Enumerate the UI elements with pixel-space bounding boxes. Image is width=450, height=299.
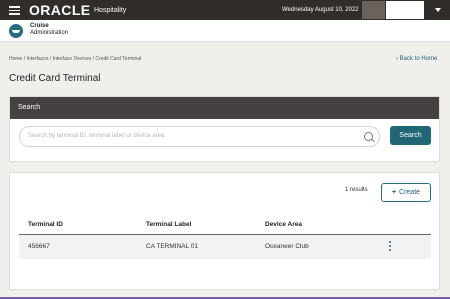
user-avatar[interactable]	[362, 1, 385, 19]
top-bar: ORACLE Hospitality Wednesday August 10, …	[0, 0, 450, 20]
search-panel: Search Search by terminal ID, terminal l…	[9, 96, 440, 162]
search-panel-header: Search	[10, 97, 439, 119]
page-title: Credit Card Terminal	[9, 73, 101, 84]
breadcrumb[interactable]: Home / Interfaces / Interface Devices / …	[9, 56, 141, 62]
results-panel: 1 results + Create Terminal ID Terminal L…	[9, 172, 440, 290]
back-to-home-link[interactable]: ‹ Back to Home	[396, 56, 437, 63]
cruise-app-icon	[9, 24, 23, 38]
oracle-logo: ORACLE	[29, 2, 91, 18]
search-icon[interactable]	[364, 132, 373, 141]
cell-terminal-id: 456667	[28, 243, 50, 250]
search-button[interactable]: Search	[390, 126, 431, 145]
search-input[interactable]: Search by terminal ID, terminal label or…	[19, 126, 380, 147]
create-button-label: Create	[399, 189, 421, 196]
app-bar: Cruise Administration	[0, 20, 450, 42]
user-name-box[interactable]	[386, 1, 424, 19]
back-link-label: Back to Home	[399, 56, 438, 62]
column-header-device-area[interactable]: Device Area	[265, 221, 302, 229]
cell-device-area: Oceaneer Club	[265, 243, 309, 250]
plus-icon: +	[391, 189, 397, 196]
hamburger-menu-icon[interactable]	[9, 6, 20, 15]
app-name: Cruise	[30, 23, 49, 29]
column-header-terminal-label[interactable]: Terminal Label	[146, 221, 191, 229]
create-button[interactable]: + Create	[381, 183, 431, 202]
app-subtitle: Administration	[30, 30, 69, 36]
current-date: Wednesday August 10, 2022	[282, 7, 359, 13]
brand-subtitle: Hospitality	[94, 7, 127, 14]
chevron-down-icon[interactable]	[435, 8, 441, 12]
search-placeholder: Search by terminal ID, terminal label or…	[28, 133, 165, 139]
column-header-terminal-id[interactable]: Terminal ID	[28, 221, 63, 229]
cell-terminal-label: CA TERMINAL 01	[146, 243, 199, 250]
results-count: 1 results	[345, 187, 368, 193]
row-actions-icon[interactable]	[389, 241, 392, 253]
table-row[interactable]	[19, 235, 431, 259]
